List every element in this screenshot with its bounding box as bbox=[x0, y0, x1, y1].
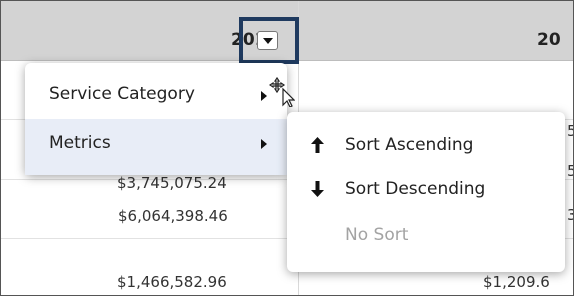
cell-value: $1,466,582.96 bbox=[117, 273, 227, 291]
menu-item-metrics[interactable]: Metrics bbox=[25, 119, 287, 175]
menu-item-label: Metrics bbox=[49, 133, 111, 153]
chevron-right-icon bbox=[261, 91, 267, 101]
menu-item-label: Service Category bbox=[49, 84, 195, 104]
cell-value: $1,209.6 bbox=[483, 273, 550, 291]
menu-item-no-sort[interactable]: No Sort bbox=[287, 206, 565, 253]
dropdown-highlight-box bbox=[239, 17, 299, 64]
no-sort-label: No Sort bbox=[345, 225, 409, 245]
arrow-down-icon bbox=[311, 181, 324, 197]
arrow-up-icon bbox=[311, 137, 324, 153]
table-frame: 2019 20 $3,745,075.24 $6,064,398.46 $1,4… bbox=[0, 0, 574, 296]
move-cursor-icon bbox=[269, 77, 295, 107]
cell-value-partial: 5 bbox=[567, 162, 573, 180]
menu-item-sort-descending[interactable]: Sort Descending bbox=[287, 159, 565, 206]
column-header-next-year: 20 bbox=[537, 30, 561, 50]
cell-value-partial: 3 bbox=[567, 206, 573, 224]
column-options-menu: Service Category Metrics bbox=[25, 63, 287, 175]
cell-value: $6,064,398.46 bbox=[118, 207, 228, 225]
menu-item-service-category[interactable]: Service Category bbox=[25, 63, 287, 119]
metrics-submenu: Sort Ascending Sort Descending No Sort bbox=[287, 112, 565, 272]
sort-ascending-label: Sort Ascending bbox=[345, 135, 474, 155]
chevron-right-icon bbox=[261, 139, 267, 149]
cell-value: $3,745,075.24 bbox=[117, 174, 227, 192]
menu-item-sort-ascending[interactable]: Sort Ascending bbox=[287, 112, 565, 159]
cell-value-partial: 5 bbox=[567, 122, 573, 140]
sort-descending-label: Sort Descending bbox=[345, 179, 486, 199]
